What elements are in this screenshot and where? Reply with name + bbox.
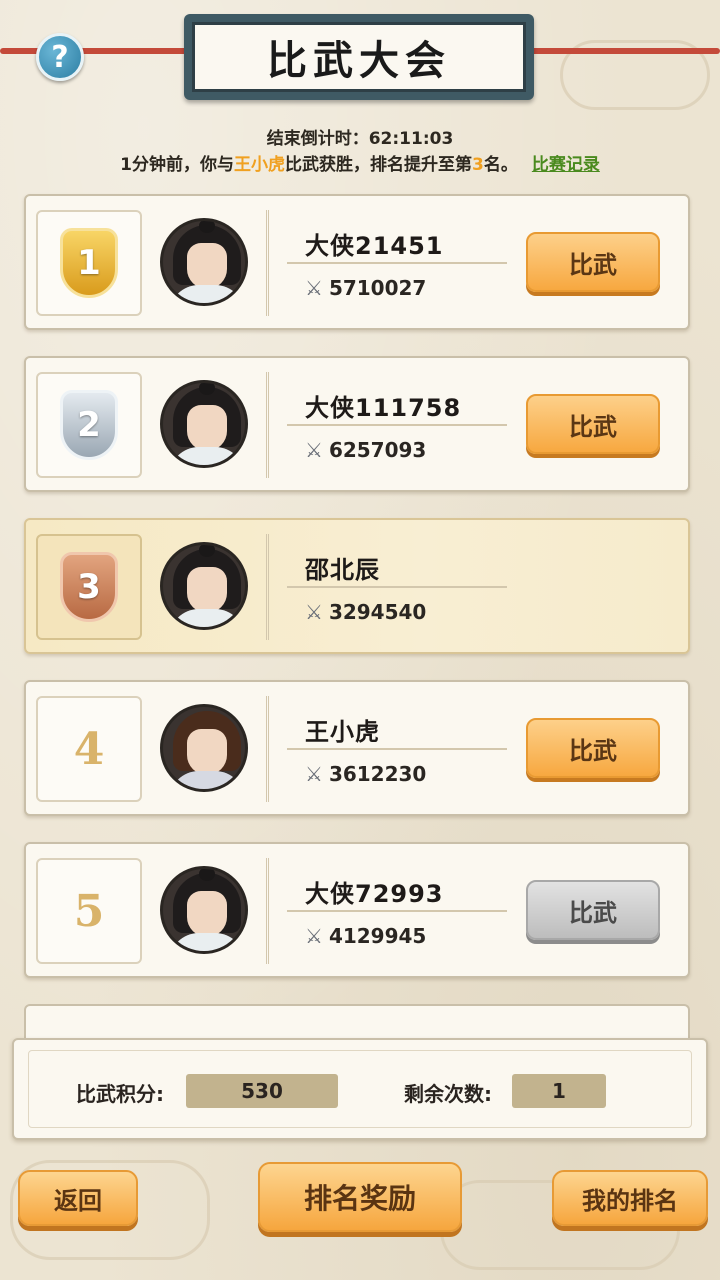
rank-number: 5 xyxy=(73,885,105,937)
crossed-swords-icon: ⚔ xyxy=(305,924,323,948)
notice-text: 名。 xyxy=(483,155,518,175)
challenge-button[interactable]: 比武 xyxy=(526,718,660,778)
avatar[interactable] xyxy=(160,866,248,954)
power-display: ⚔ 5710027 xyxy=(305,276,426,300)
rank-box: 4 xyxy=(36,696,142,802)
crossed-swords-icon: ⚔ xyxy=(305,762,323,786)
battle-notice: 1分钟前，你与王小虎比武获胜，排名提升至第3名。 比赛记录 xyxy=(0,150,720,175)
rank-box: 5 xyxy=(36,858,142,964)
rank-number: 4 xyxy=(73,723,105,775)
back-button[interactable]: 返回 xyxy=(18,1170,138,1226)
bronze-medal-icon: 3 xyxy=(60,552,118,622)
remaining-value: 1 xyxy=(512,1074,606,1108)
help-button[interactable]: ? xyxy=(36,33,84,81)
title-banner: 比武大会 xyxy=(184,14,534,100)
divider xyxy=(287,262,507,264)
stats-panel: 比武积分: 530 剩余次数: 1 xyxy=(12,1038,708,1140)
player-name: 邵北辰 xyxy=(305,556,380,584)
avatar[interactable] xyxy=(160,218,248,306)
remaining-label: 剩余次数: xyxy=(404,1082,492,1106)
power-display: ⚔ 6257093 xyxy=(305,438,426,462)
rank-box: 1 xyxy=(36,210,142,316)
notice-text: 比武获胜，排名提升至第 xyxy=(285,155,472,175)
notice-text: 1分钟前，你与 xyxy=(120,155,234,175)
crossed-swords-icon: ⚔ xyxy=(305,276,323,300)
power-value: 3612230 xyxy=(328,762,427,786)
ranking-card: 5 大侠72993 ⚔ 4129945 比武 xyxy=(24,842,690,978)
ranking-card: 2 大侠111758 ⚔ 6257093 比武 xyxy=(24,356,690,492)
score-value: 530 xyxy=(186,1074,338,1108)
power-value: 3294540 xyxy=(328,600,427,624)
challenge-button[interactable]: 比武 xyxy=(526,394,660,454)
crossed-swords-icon: ⚔ xyxy=(305,600,323,624)
rank-box: 2 xyxy=(36,372,142,478)
power-display: ⚔ 4129945 xyxy=(305,924,426,948)
power-display: ⚔ 3294540 xyxy=(305,600,426,624)
rank-box: 3 xyxy=(36,534,142,640)
gold-medal-icon: 1 xyxy=(60,228,118,298)
ranking-card: 4 王小虎 ⚔ 3612230 比武 xyxy=(24,680,690,816)
power-display: ⚔ 3612230 xyxy=(305,762,426,786)
rank-reward-button[interactable]: 排名奖励 xyxy=(258,1162,462,1232)
player-name: 大侠21451 xyxy=(305,232,444,260)
divider xyxy=(287,748,507,750)
page-title: 比武大会 xyxy=(267,38,451,84)
challenge-button[interactable]: 比武 xyxy=(526,232,660,292)
player-name: 大侠72993 xyxy=(305,880,444,908)
notice-rank: 3 xyxy=(472,155,484,175)
avatar[interactable] xyxy=(160,542,248,630)
player-info: 邵北辰 ⚔ 3294540 xyxy=(266,534,674,640)
countdown-value: 62:11:03 xyxy=(368,129,454,149)
challenge-button-disabled[interactable]: 比武 xyxy=(526,880,660,940)
rope-decoration xyxy=(520,48,720,54)
player-name: 大侠111758 xyxy=(305,394,462,422)
score-label: 比武积分: xyxy=(76,1082,164,1106)
power-value: 4129945 xyxy=(328,924,427,948)
power-value: 6257093 xyxy=(328,438,427,462)
power-value: 5710027 xyxy=(328,276,427,300)
silver-medal-icon: 2 xyxy=(60,390,118,460)
player-name: 王小虎 xyxy=(305,718,380,746)
divider xyxy=(287,910,507,912)
avatar[interactable] xyxy=(160,704,248,792)
countdown: 结束倒计时：62:11:03 xyxy=(0,124,720,149)
my-rank-button[interactable]: 我的排名 xyxy=(552,1170,708,1226)
match-record-link[interactable]: 比赛记录 xyxy=(532,155,600,175)
divider xyxy=(287,424,507,426)
countdown-label: 结束倒计时： xyxy=(266,129,369,149)
question-mark-icon: ? xyxy=(51,39,69,75)
divider xyxy=(287,586,507,588)
ranking-card-self: 3 邵北辰 ⚔ 3294540 xyxy=(24,518,690,654)
avatar[interactable] xyxy=(160,380,248,468)
notice-opponent: 王小虎 xyxy=(234,155,285,175)
ranking-card: 1 大侠21451 ⚔ 5710027 比武 xyxy=(24,194,690,330)
rope-decoration xyxy=(0,48,200,54)
crossed-swords-icon: ⚔ xyxy=(305,438,323,462)
